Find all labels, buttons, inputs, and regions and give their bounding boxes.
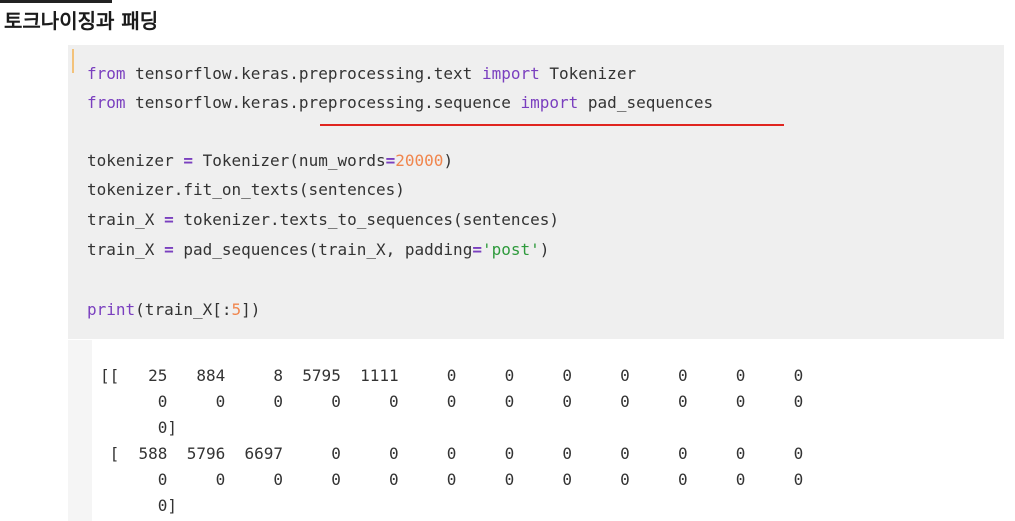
output-line: 0 0 0 0 0 0 0 0 0 0 0 0 bbox=[100, 392, 804, 411]
code-line-6: train_X = pad_sequences(train_X, padding… bbox=[87, 239, 549, 261]
top-rule bbox=[0, 0, 112, 3]
code-text: tokenizer.texts_to_sequences(sentences) bbox=[173, 210, 560, 229]
string-literal: 'post' bbox=[481, 240, 540, 259]
keyword-from: from bbox=[87, 64, 126, 83]
code-text: train_X bbox=[87, 240, 165, 259]
code-text: train_X bbox=[87, 210, 165, 229]
output-line: 0] bbox=[100, 418, 178, 437]
keyword-import: import bbox=[520, 93, 579, 112]
output-line: 0] bbox=[100, 496, 178, 515]
code-line-1: from tensorflow.keras.preprocessing.text… bbox=[87, 63, 636, 85]
keyword-from: from bbox=[87, 93, 126, 112]
code-text: ]) bbox=[241, 300, 261, 319]
module-path: tensorflow.keras.preprocessing.text bbox=[125, 64, 482, 83]
number-literal: 20000 bbox=[395, 151, 444, 170]
cell-cursor-marker bbox=[72, 49, 74, 73]
import-name: pad_sequences bbox=[578, 93, 714, 112]
output-line: [ 588 5796 6697 0 0 0 0 0 0 0 0 0 bbox=[100, 444, 804, 463]
code-line-4: tokenizer.fit_on_texts(sentences) bbox=[87, 180, 405, 199]
code-line-5: train_X = tokenizer.texts_to_sequences(s… bbox=[87, 209, 559, 231]
code-text: Tokenizer(num_words bbox=[192, 151, 386, 170]
code-text: tokenizer bbox=[87, 151, 184, 170]
output-line: 0 0 0 0 0 0 0 0 0 0 0 0 bbox=[100, 470, 804, 489]
code-line-7: print(train_X[:5]) bbox=[87, 299, 260, 321]
module-path: tensorflow.keras.preprocessing.sequence bbox=[125, 93, 521, 112]
cell-output: [[ 25 884 8 5795 1111 0 0 0 0 0 0 0 0 0 … bbox=[68, 340, 1004, 521]
code-line-2: from tensorflow.keras.preprocessing.sequ… bbox=[87, 92, 713, 114]
assign-operator: = bbox=[183, 151, 193, 170]
section-heading: 토크나이징과 패딩 bbox=[4, 9, 159, 33]
keyword-import: import bbox=[481, 64, 540, 83]
assign-operator: = bbox=[472, 240, 482, 259]
import-name: Tokenizer bbox=[539, 64, 637, 83]
number-literal: 5 bbox=[231, 300, 242, 319]
output-gutter bbox=[68, 340, 92, 521]
assign-operator: = bbox=[164, 240, 174, 259]
assign-operator: = bbox=[164, 210, 174, 229]
code-text: (train_X[: bbox=[135, 300, 232, 319]
builtin-print: print bbox=[87, 300, 136, 319]
code-line-3: tokenizer = Tokenizer(num_words=20000) bbox=[87, 150, 453, 172]
red-underline-annotation bbox=[320, 124, 784, 126]
code-text: pad_sequences(train_X, padding bbox=[173, 240, 473, 259]
output-line: [[ 25 884 8 5795 1111 0 0 0 0 0 0 0 bbox=[100, 366, 804, 385]
code-text: ) bbox=[539, 240, 550, 259]
code-cell[interactable]: from tensorflow.keras.preprocessing.text… bbox=[68, 45, 1004, 339]
code-text: ) bbox=[443, 151, 454, 170]
assign-operator: = bbox=[385, 151, 396, 170]
